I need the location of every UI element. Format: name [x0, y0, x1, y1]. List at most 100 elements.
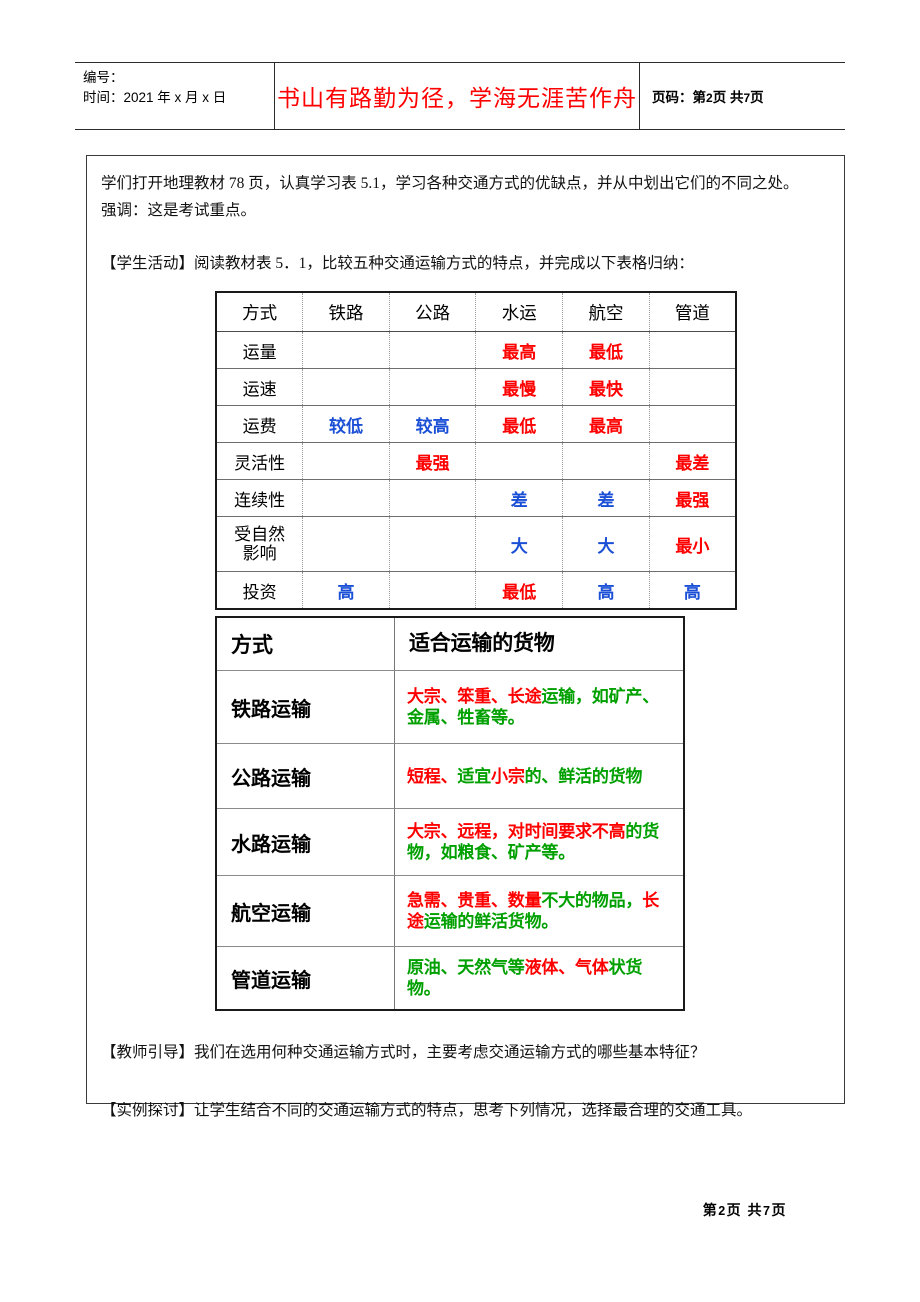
row-label-volume: 运量: [216, 331, 304, 370]
cell-volume-air: 最低: [562, 331, 650, 370]
cargo-seg: 液体、气体: [524, 957, 609, 977]
content-frame: 学们打开地理教材 78 页，认真学习表 5.1，学习各种交通方式的优缺点，并从中…: [86, 155, 845, 1119]
page-suffix: 页: [750, 90, 764, 105]
time-label: 时间：2021 年 x 月 x 日: [83, 89, 227, 105]
cargo-mode-road: 公路运输: [216, 743, 395, 810]
cell-speed-pipeline: [649, 368, 736, 407]
cell-cost-air: 最高: [562, 405, 650, 444]
cell-nature-pipeline: 最小: [649, 516, 736, 573]
cell-cost-water: 最低: [475, 405, 564, 444]
col-header-rail: 铁路: [302, 292, 390, 333]
cell-invest-rail: 高: [302, 571, 390, 610]
cargo-table: 方式 适合运输的货物 铁路运输 大宗、笨重、长途运输，如矿产、金属、牲畜等。 公…: [215, 616, 685, 1012]
comparison-table: 方式 铁路 公路 水运 航空 管道 运量 最高 最低 运速 最慢 最快 运费 较…: [215, 291, 737, 611]
header-motto-cell: 书山有路勤为径，学海无涯苦作舟: [275, 63, 640, 129]
cargo-seg: 原油、天然气等: [407, 957, 525, 977]
header-page-cell: 页码：第2页 共7页: [640, 63, 845, 129]
cargo-seg: 不大的物品，: [541, 890, 643, 910]
cell-nature-rail: [302, 516, 390, 573]
cell-flex-rail: [302, 442, 390, 481]
cell-flex-road: 最强: [389, 442, 477, 481]
cell-cost-road: 较高: [389, 405, 477, 444]
cargo-row-water: 水路运输 大宗、远程，对时间要求不高的货物，如粮食、矿产等。: [216, 808, 684, 877]
table-row: 连续性 差 差 最强: [216, 479, 736, 518]
footer-current-page: 2: [718, 1204, 727, 1218]
cell-invest-road: [389, 571, 477, 610]
cell-speed-air: 最快: [562, 368, 650, 407]
row-label-nature-impact: 受自然 影响: [216, 516, 304, 573]
row-label-investment: 投资: [216, 571, 304, 610]
cargo-mode-air: 航空运输: [216, 875, 395, 948]
cargo-goods-water: 大宗、远程，对时间要求不高的货物，如粮食、矿产等。: [394, 808, 684, 877]
cell-volume-rail: [302, 331, 390, 370]
footer-prefix: 第: [702, 1202, 719, 1218]
cargo-seg: 大宗、远程，对时间要求不高: [407, 821, 626, 841]
cargo-goods-air: 急需、贵重、数量不大的物品，长途运输的鲜活货物。: [394, 875, 684, 948]
intro-paragraph: 学们打开地理教材 78 页，认真学习表 5.1，学习各种交通方式的优缺点，并从中…: [101, 170, 830, 224]
cargo-seg: 的、鲜活的货物: [524, 766, 643, 786]
cargo-col-header-mode: 方式: [216, 617, 395, 672]
cargo-mode-rail: 铁路运输: [216, 670, 395, 745]
cell-volume-water: 最高: [475, 331, 564, 370]
cell-invest-air: 高: [562, 571, 650, 610]
cargo-seg: 运输的鲜活货物。: [423, 912, 559, 932]
cargo-seg: 大宗、笨重、长途: [407, 686, 542, 706]
cell-cont-air: 差: [562, 479, 650, 518]
case-study-paragraph: 【实例探讨】让学生结合不同的交通运输方式的特点，思考下列情况，选择最合理的交通工…: [101, 1101, 753, 1119]
cell-invest-pipeline: 高: [683, 582, 701, 602]
row-label-cost: 运费: [216, 405, 304, 444]
row-label-continuity: 连续性: [216, 479, 304, 518]
document-header: 编号： 时间：2021 年 x 月 x 日 书山有路勤为径，学海无涯苦作舟 页码…: [75, 62, 845, 130]
cargo-col-header-goods: 适合运输的货物: [394, 617, 684, 672]
col-header-pipeline: 管道: [649, 292, 736, 333]
table-row: 灵活性 最强 最差: [216, 442, 736, 481]
table-row: 受自然 影响 大 大 最小: [216, 516, 736, 573]
cell-speed-rail: [302, 368, 390, 407]
col-header-road: 公路: [389, 292, 477, 333]
table-row: 运量 最高 最低: [216, 331, 736, 370]
cargo-seg: 小宗: [491, 766, 525, 786]
header-meta-cell: 编号： 时间：2021 年 x 月 x 日: [75, 63, 275, 129]
cell-nature-water: 大: [475, 516, 564, 573]
cargo-row-rail: 铁路运输 大宗、笨重、长途运输，如矿产、金属、牲畜等。: [216, 670, 684, 745]
cargo-goods-pipeline: 原油、天然气等液体、气体状货物。: [395, 947, 685, 1011]
page-prefix: 页码：第: [652, 90, 706, 105]
cell-volume-pipeline: [649, 331, 736, 370]
table-row: 运速 最慢 最快: [216, 368, 736, 407]
cell-cost-rail: 较低: [302, 405, 390, 444]
col-header-air: 航空: [562, 292, 650, 333]
cargo-seg: 急需、贵重、数量: [407, 890, 542, 910]
motto-text: 书山有路勤为径，学海无涯苦作舟: [277, 86, 637, 111]
cargo-header-row: 方式 适合运输的货物: [216, 617, 684, 672]
cell-volume-road: [389, 331, 477, 370]
cargo-row-air: 航空运输 急需、贵重、数量不大的物品，长途运输的鲜活货物。: [216, 875, 684, 948]
cargo-row-road: 公路运输 短程、适宜小宗的、鲜活的货物: [216, 743, 684, 810]
student-activity-paragraph: 【学生活动】阅读教材表 5．1，比较五种交通运输方式的特点，并完成以下表格归纳：: [101, 255, 694, 273]
footer-total-pages: 7: [763, 1204, 772, 1218]
cell-invest-water: 最低: [475, 571, 564, 610]
col-header-mode: 方式: [216, 292, 304, 333]
cell-speed-water: 最慢: [475, 368, 564, 407]
intro-line-1: 学们打开地理教材 78 页，认真学习表 5.1，学习各种交通方式的优缺点，并从中…: [101, 175, 799, 192]
row-label-flexibility: 灵活性: [216, 442, 304, 481]
cell-cont-road: [389, 479, 477, 518]
page-current: 2: [706, 91, 713, 105]
row-label-nature-line2: 影响: [242, 544, 277, 564]
cell-cont-pipeline: 最强: [649, 479, 736, 518]
row-label-speed: 运速: [216, 368, 304, 407]
cell-flex-air: [562, 442, 650, 481]
cell-nature-air: 大: [562, 516, 650, 573]
cell-cont-rail: [302, 479, 390, 518]
cell-cont-water: 差: [475, 479, 564, 518]
cargo-goods-road: 短程、适宜小宗的、鲜活的货物: [394, 743, 684, 810]
col-header-water: 水运: [475, 292, 564, 333]
teacher-guide-paragraph: 【教师引导】我们在选用何种交通运输方式时，主要考虑交通运输方式的哪些基本特征？: [101, 1044, 706, 1062]
cell-speed-road: [389, 368, 477, 407]
page-footer: 第2页 共7页: [703, 1200, 787, 1220]
serial-label: 编号：: [83, 70, 124, 85]
cargo-seg: 短程、: [407, 766, 458, 786]
footer-suffix: 页: [771, 1202, 787, 1218]
cell-flex-pipeline: 最差: [649, 442, 736, 481]
cargo-mode-pipeline: 管道运输: [216, 946, 395, 1011]
page-mid: 页 共: [712, 90, 744, 105]
